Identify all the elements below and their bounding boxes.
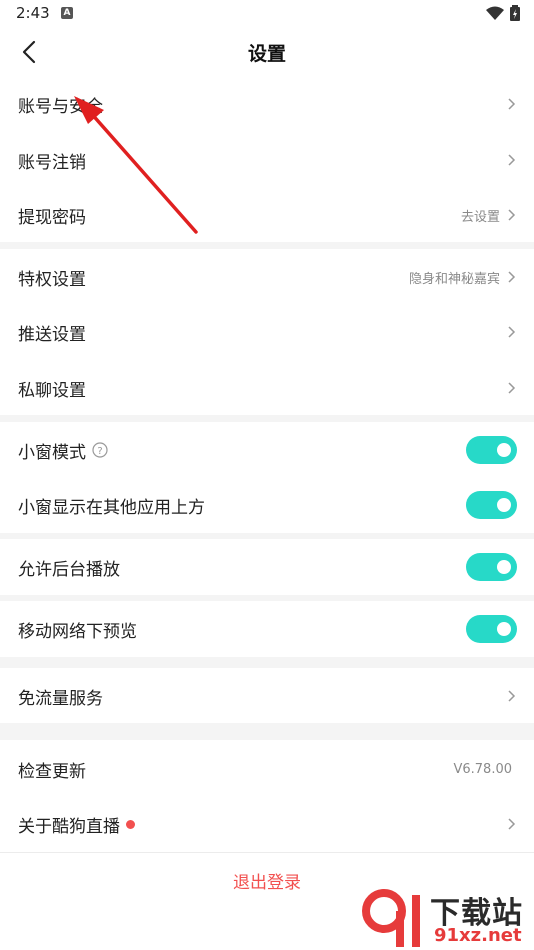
status-icons xyxy=(486,5,520,21)
battery-icon xyxy=(510,5,520,21)
section-gap xyxy=(0,657,534,668)
row-private-chat[interactable]: 私聊设置 xyxy=(0,360,534,416)
toggle-knob xyxy=(497,560,511,574)
toggle-dot xyxy=(470,619,476,625)
background-play-toggle[interactable] xyxy=(466,553,517,581)
row-mini-window: 小窗模式 ? xyxy=(0,422,534,478)
row-free-data[interactable]: 免流量服务 xyxy=(0,668,534,724)
chevron-right-icon xyxy=(508,326,516,338)
row-check-update[interactable]: 检查更新 V6.78.00 xyxy=(0,741,534,797)
status-time: 2:43 xyxy=(16,4,50,22)
row-label: 小窗模式 xyxy=(18,442,86,463)
chevron-right-icon xyxy=(508,154,516,166)
section-gap xyxy=(0,415,534,422)
chevron-right-icon xyxy=(508,382,516,394)
row-withdraw-password[interactable]: 提现密码 去设置 xyxy=(0,187,534,243)
row-value: 去设置 xyxy=(460,209,500,225)
notification-a-icon: A xyxy=(61,7,73,19)
row-label-group: 小窗模式 ? xyxy=(18,438,108,463)
row-label: 允许后台播放 xyxy=(18,559,120,580)
status-bar: 2:43 A xyxy=(0,0,534,28)
page-title: 设置 xyxy=(247,43,286,65)
help-icon[interactable]: ? xyxy=(92,442,108,458)
row-label: 特权设置 xyxy=(18,269,86,290)
row-label: 小窗显示在其他应用上方 xyxy=(18,497,205,518)
row-account-security[interactable]: 账号与安全 xyxy=(0,76,534,132)
toggle-dot xyxy=(470,557,476,563)
row-label: 关于酷狗直播 xyxy=(18,816,120,837)
toggle-knob xyxy=(497,498,511,512)
row-value: 隐身和神秘嘉宾 xyxy=(408,271,500,287)
mini-window-toggle[interactable] xyxy=(466,436,517,464)
row-account-cancel[interactable]: 账号注销 xyxy=(0,132,534,188)
section-gap xyxy=(0,723,534,740)
chevron-right-icon xyxy=(508,690,516,702)
new-badge-dot xyxy=(126,819,135,829)
mobile-preview-toggle[interactable] xyxy=(466,615,517,643)
row-label: 移动网络下预览 xyxy=(18,621,137,642)
chevron-right-icon xyxy=(508,271,516,283)
toggle-knob xyxy=(497,622,511,636)
chevron-right-icon xyxy=(508,98,516,110)
version-value: V6.78.00 xyxy=(453,761,512,777)
svg-text:?: ? xyxy=(97,446,102,457)
row-label: 账号与安全 xyxy=(18,96,103,117)
chevron-right-icon xyxy=(508,209,516,221)
toggle-dot xyxy=(470,440,476,446)
row-label: 账号注销 xyxy=(18,152,86,173)
wifi-icon xyxy=(486,6,504,20)
row-push[interactable]: 推送设置 xyxy=(0,304,534,360)
row-label: 检查更新 xyxy=(18,761,86,782)
toggle-knob xyxy=(497,443,511,457)
row-mini-window-overlay: 小窗显示在其他应用上方 xyxy=(0,477,534,533)
watermark-url: 91xz.net xyxy=(434,925,522,946)
toggle-dot xyxy=(470,495,476,501)
row-label: 推送设置 xyxy=(18,324,86,345)
divider xyxy=(0,852,534,853)
mini-window-overlay-toggle[interactable] xyxy=(466,491,517,519)
watermark-logo-icon xyxy=(362,889,420,947)
watermark: 下载站 91xz.net xyxy=(360,885,534,950)
row-label-group: 关于酷狗直播 xyxy=(18,812,135,837)
nav-bar: 设置 xyxy=(0,28,534,76)
row-label: 私聊设置 xyxy=(18,380,86,401)
row-label: 提现密码 xyxy=(18,207,86,228)
row-about[interactable]: 关于酷狗直播 xyxy=(0,796,534,852)
section-gap xyxy=(0,242,534,249)
row-background-play: 允许后台播放 xyxy=(0,539,534,595)
row-privilege[interactable]: 特权设置 隐身和神秘嘉宾 xyxy=(0,249,534,305)
row-mobile-preview: 移动网络下预览 xyxy=(0,601,534,657)
row-label: 免流量服务 xyxy=(18,688,103,709)
chevron-right-icon xyxy=(508,818,516,830)
